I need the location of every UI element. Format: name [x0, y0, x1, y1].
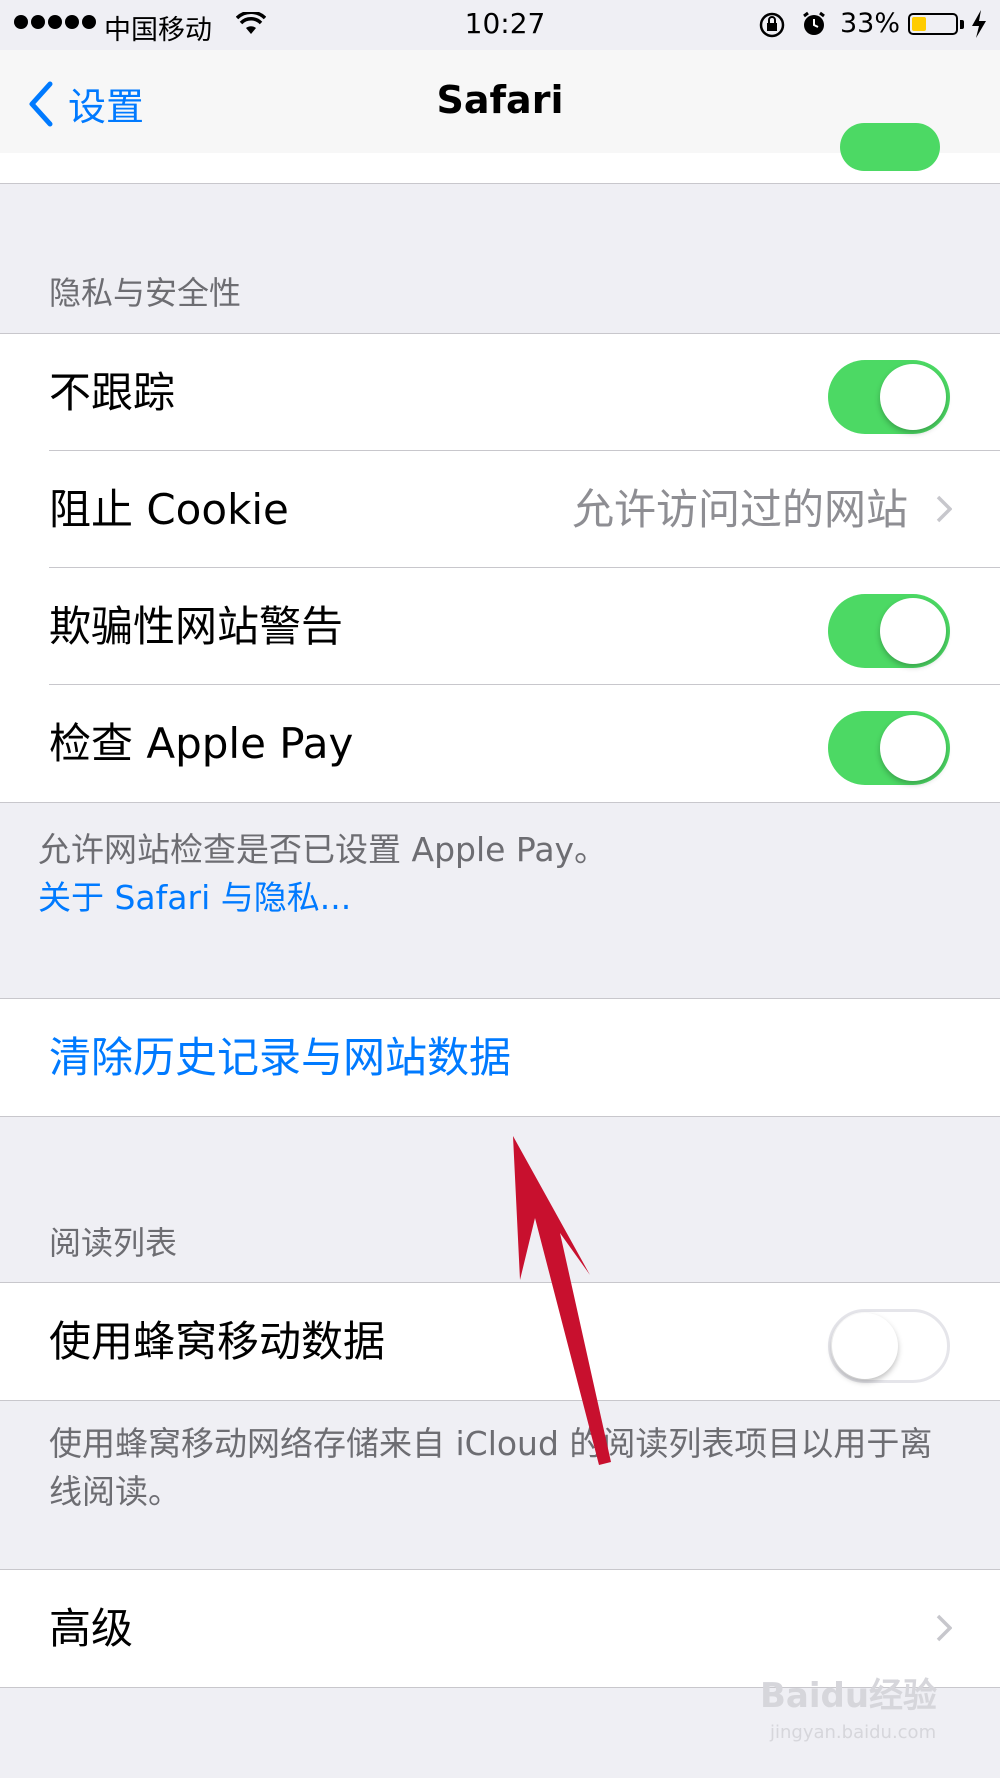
toggle-fraudulent-warning[interactable]	[828, 594, 950, 668]
section-header-privacy: 隐私与安全性	[49, 274, 242, 312]
watermark-logo: Baidu经验	[760, 1676, 938, 1716]
status-bar: 中国移动 10:27 33%	[0, 0, 1000, 50]
section-header-reading-list: 阅读列表	[49, 1224, 178, 1262]
alarm-icon	[803, 11, 825, 35]
toggle-knob	[832, 1313, 898, 1379]
toggle-do-not-track[interactable]	[828, 360, 950, 434]
cell-label: 高级	[49, 1604, 134, 1653]
cell-use-cellular-data: 使用蜂窝移动数据	[0, 1283, 1000, 1400]
battery-tip	[960, 20, 964, 29]
clear-history-label: 清除历史记录与网站数据	[49, 1033, 512, 1082]
charging-bolt-icon	[972, 10, 986, 38]
cell-label: 检查 Apple Pay	[49, 719, 354, 768]
cell-block-cookies[interactable]: 阻止 Cookie 允许访问过的网站	[0, 451, 1000, 568]
partial-toggle	[840, 123, 940, 171]
reading-list-group: 使用蜂窝移动数据	[0, 1282, 1000, 1401]
clear-history-group: 清除历史记录与网站数据	[0, 998, 1000, 1117]
battery-fill	[912, 17, 926, 31]
cell-label: 欺骗性网站警告	[49, 602, 344, 651]
battery-percent: 33%	[840, 8, 901, 39]
cell-check-apple-pay: 检查 Apple Pay	[0, 685, 1000, 802]
battery-icon	[908, 13, 958, 35]
chevron-right-icon	[936, 1614, 952, 1642]
privacy-group: 不跟踪 阻止 Cookie 允许访问过的网站 欺骗性网站警告 检查 Apple …	[0, 333, 1000, 803]
privacy-footer-text: 允许网站检查是否已设置 Apple Pay。	[38, 830, 608, 869]
page-title: Safari	[436, 78, 564, 122]
watermark-url: jingyan.baidu.com	[770, 1722, 937, 1743]
toggle-knob	[880, 598, 946, 664]
chevron-right-icon	[936, 495, 952, 523]
privacy-about-link[interactable]: 关于 Safari 与隐私...	[38, 874, 958, 922]
cell-do-not-track: 不跟踪	[0, 334, 1000, 451]
cell-label: 使用蜂窝移动数据	[49, 1317, 386, 1366]
toggle-check-apple-pay[interactable]	[828, 711, 950, 785]
toggle-knob	[880, 715, 946, 781]
privacy-footer: 允许网站检查是否已设置 Apple Pay。 关于 Safari 与隐私...	[38, 826, 958, 922]
toggle-use-cellular-data[interactable]	[828, 1309, 950, 1383]
toggle-knob	[880, 364, 946, 430]
orientation-lock-icon	[759, 12, 785, 38]
cell-value: 允许访问过的网站	[571, 485, 908, 534]
cell-label: 阻止 Cookie	[49, 485, 289, 534]
reading-list-footer: 使用蜂窝移动网络存储来自 iCloud 的阅读列表项目以用于离线阅读。	[49, 1424, 933, 1511]
cell-label: 不跟踪	[49, 368, 176, 417]
previous-row-partial	[0, 123, 1000, 184]
cell-fraudulent-warning: 欺骗性网站警告	[0, 568, 1000, 685]
clear-history-button[interactable]: 清除历史记录与网站数据	[0, 999, 1000, 1116]
